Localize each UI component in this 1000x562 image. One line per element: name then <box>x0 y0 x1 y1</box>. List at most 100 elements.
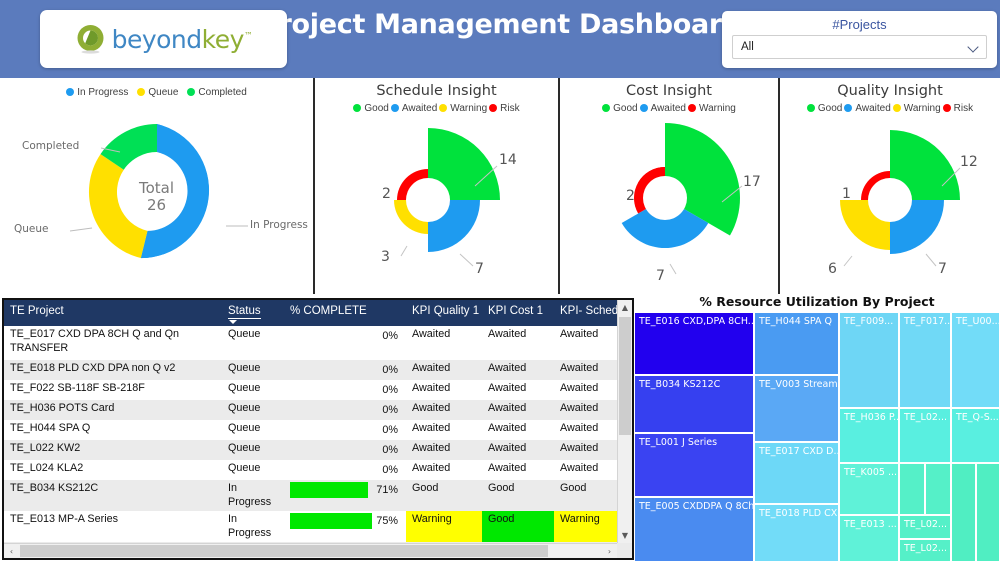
table-row[interactable]: TE_E013 MP-A SeriesIn Progress75%Warning… <box>4 511 634 542</box>
legend-item-awaited[interactable]: Awaited <box>844 103 890 114</box>
legend-item-in-progress[interactable]: In Progress <box>66 87 128 98</box>
table-vertical-scrollbar[interactable]: ▲ ▼ <box>617 300 632 543</box>
treemap-tile[interactable]: TE_L001 J Series <box>634 433 754 497</box>
progress-value: 75% <box>376 515 398 529</box>
legend-item-warning[interactable]: Warning <box>439 103 487 114</box>
legend-item-good[interactable]: Good <box>602 103 637 114</box>
table-row[interactable]: TE_L024 KLA2Queue0%AwaitedAwaitedAwaited <box>4 460 634 480</box>
treemap-tile[interactable]: TE_E018 PLD CX... <box>754 504 839 562</box>
cell-kpi-cost: Good <box>482 480 554 511</box>
treemap-tile[interactable]: TE_L02... <box>899 539 951 562</box>
chevron-down-icon <box>968 42 979 53</box>
legend-item-queue[interactable]: Queue <box>137 87 178 98</box>
treemap-tile[interactable] <box>951 463 976 562</box>
horizontal-scroll-thumb[interactable] <box>20 545 548 557</box>
legend-item-awaited[interactable]: Awaited <box>640 103 686 114</box>
legend-item-warning[interactable]: Warning <box>893 103 941 114</box>
treemap-tile[interactable]: TE_H036 P... <box>839 408 899 463</box>
quality-value-warning: 6 <box>828 261 837 277</box>
cost-insight-chart[interactable]: 17 7 2 <box>560 116 778 288</box>
vertical-scroll-thumb[interactable] <box>619 317 631 435</box>
legend-item-warning[interactable]: Warning <box>688 103 736 114</box>
projects-dropdown[interactable]: All <box>732 35 987 59</box>
cell-kpi-quality: Awaited <box>406 380 482 400</box>
treemap-tile[interactable]: TE_E005 CXDDPA Q 8Chl <box>634 497 754 562</box>
treemap-tile[interactable]: TE_F017... <box>899 312 951 408</box>
legend-label: Warning <box>450 103 487 114</box>
table-row[interactable]: TE_H044 SPA QQueue0%AwaitedAwaitedAwaite… <box>4 420 634 440</box>
projects-table-panel: TE Project Status % COMPLETE KPI Quality… <box>2 298 634 560</box>
treemap-tile[interactable] <box>925 463 951 515</box>
column-header-kpi-cost[interactable]: KPI Cost 1 <box>482 300 554 326</box>
schedule-insight-chart[interactable]: 14 7 3 2 <box>315 116 558 288</box>
treemap-tile[interactable]: TE_L02... <box>899 408 951 463</box>
quality-value-good: 12 <box>960 154 978 170</box>
table-row[interactable]: TE_F022 SB-118F SB-218FQueue0%AwaitedAwa… <box>4 380 634 400</box>
treemap-tile[interactable]: TE_E017 CXD D... <box>754 442 839 504</box>
treemap-tile[interactable]: TE_F009... <box>839 312 899 408</box>
table-row[interactable]: TE_H036 POTS CardQueue0%AwaitedAwaitedAw… <box>4 400 634 420</box>
cell-status: Queue <box>222 460 284 480</box>
cell-status: Queue <box>222 400 284 420</box>
cell-project: TE_E017 CXD DPA 8CH Q and Qn TRANSFER <box>4 326 222 360</box>
column-header-pct-complete[interactable]: % COMPLETE <box>284 300 406 326</box>
column-header-kpi-quality[interactable]: KPI Quality 1 <box>406 300 482 326</box>
cell-project: TE_B034 KS212C <box>4 480 222 511</box>
treemap-tile[interactable]: TE_E016 CXD,DPA 8CH... <box>634 312 754 375</box>
treemap-tile[interactable]: TE_U00... <box>951 312 1000 408</box>
scroll-up-icon[interactable]: ▲ <box>618 300 632 315</box>
treemap-canvas[interactable]: TE_E016 CXD,DPA 8CH...TE_B034 KS212CTE_L… <box>634 312 1000 562</box>
cell-project: TE_E018 PLD CXD DPA non Q v2 <box>4 360 222 380</box>
treemap-tile[interactable]: TE_E013 ... <box>839 515 899 562</box>
cell-pct-complete: 0% <box>284 460 406 480</box>
treemap-tile[interactable]: TE_K005 ... <box>839 463 899 515</box>
legend-label: In Progress <box>77 87 128 98</box>
progress-value: 0% <box>382 424 398 438</box>
legend-label: Warning <box>904 103 941 114</box>
legend-item-good[interactable]: Good <box>353 103 388 114</box>
treemap-title: % Resource Utilization By Project <box>634 294 1000 312</box>
table-row[interactable]: TE_E017 CXD DPA 8CH Q and Qn TRANSFERQue… <box>4 326 634 360</box>
legend-item-risk[interactable]: Risk <box>489 103 519 114</box>
quality-insight-chart[interactable]: 12 7 6 1 <box>780 116 1000 288</box>
progress-value: 0% <box>382 364 398 378</box>
progress-value: 0% <box>382 404 398 418</box>
cell-kpi-quality: Good <box>406 480 482 511</box>
legend-item-completed[interactable]: Completed <box>187 87 246 98</box>
table-row[interactable]: TE_L022 KW2Queue0%AwaitedAwaitedAwaited <box>4 440 634 460</box>
status-donut-chart[interactable]: Total 26 Completed Queue In Progress <box>0 100 313 285</box>
schedule-insight-legend: Good Awaited Warning Risk <box>315 100 558 116</box>
legend-item-risk[interactable]: Risk <box>943 103 973 114</box>
projects-dropdown-value: All <box>741 41 754 53</box>
table-horizontal-scrollbar[interactable]: ‹ › <box>4 543 617 558</box>
column-header-status[interactable]: Status <box>222 300 284 326</box>
app-header: Project Management Dashboard beyondkey™ … <box>0 0 1000 78</box>
treemap-tile[interactable]: TE_Q-S... <box>951 408 1000 463</box>
legend-swatch-icon <box>489 104 497 112</box>
table-row[interactable]: TE_B034 KS212CIn Progress71%GoodGoodGood <box>4 480 634 511</box>
legend-label: Completed <box>198 87 246 98</box>
cell-status: Queue <box>222 326 284 360</box>
legend-item-awaited[interactable]: Awaited <box>391 103 437 114</box>
table-row[interactable]: TE_E018 PLD CXD DPA non Q v2Queue0%Await… <box>4 360 634 380</box>
treemap-tile[interactable] <box>976 463 1000 562</box>
scroll-right-icon[interactable]: › <box>602 544 617 558</box>
treemap-tile[interactable]: TE_H044 SPA Q <box>754 312 839 375</box>
cell-pct-complete: 75% <box>284 511 406 542</box>
cell-kpi-cost: Good <box>482 511 554 542</box>
donut-callout-queue: Queue <box>14 223 49 235</box>
progress-value: 0% <box>382 330 398 344</box>
treemap-tile[interactable]: TE_V003 Stream... <box>754 375 839 442</box>
scroll-down-icon[interactable]: ▼ <box>618 528 632 543</box>
treemap-tile[interactable]: TE_B034 KS212C <box>634 375 754 433</box>
cell-kpi-cost: Awaited <box>482 420 554 440</box>
legend-item-good[interactable]: Good <box>807 103 842 114</box>
progress-value: 0% <box>382 384 398 398</box>
treemap-tile[interactable]: TE_L02... <box>899 515 951 539</box>
legend-swatch-icon <box>943 104 951 112</box>
scroll-left-icon[interactable]: ‹ <box>4 544 19 558</box>
cell-kpi-cost: Awaited <box>482 326 554 360</box>
treemap-tile[interactable] <box>899 463 925 515</box>
column-header-te-project[interactable]: TE Project <box>4 300 222 326</box>
legend-swatch-icon <box>893 104 901 112</box>
